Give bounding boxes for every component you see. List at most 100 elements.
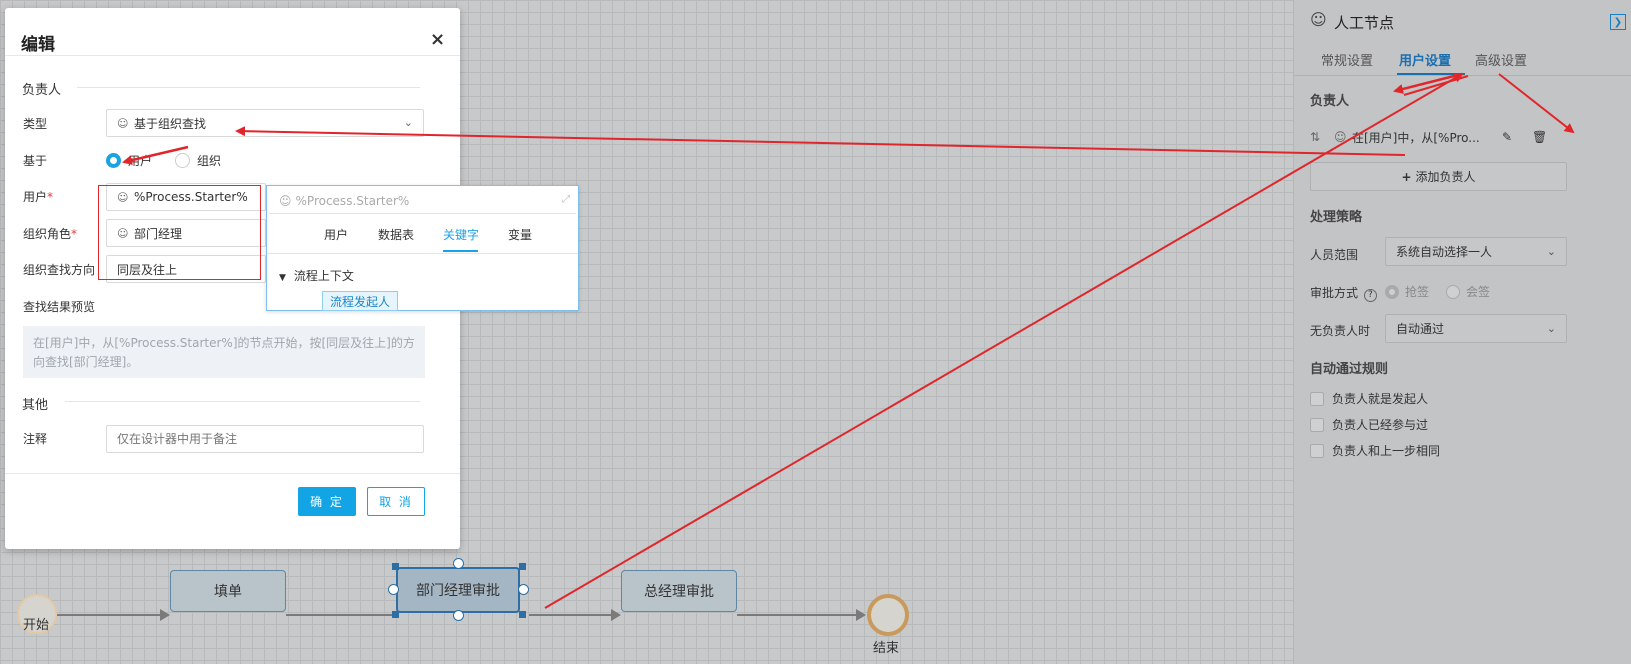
scope-select[interactable]: 系统自动选择一人 ⌄ (1385, 237, 1567, 266)
radio-user-label: 用户 (128, 154, 153, 168)
divider (65, 401, 420, 402)
flow-edge[interactable] (529, 614, 612, 616)
user-label-text: 用户 (23, 190, 48, 204)
resize-handle[interactable] (519, 611, 526, 618)
divider (5, 473, 460, 474)
task-gm-approval[interactable]: 总经理审批 (621, 570, 737, 612)
approve-opt2: 会签 (1466, 285, 1491, 299)
properties-panel: ☺ 人工节点 ❯ 常规设置 用户设置 高级设置 负责人 ⇅ ☺ 在[用户]中，从… (1293, 0, 1631, 664)
divider (1294, 75, 1631, 76)
tree-node-context[interactable]: ▼ 流程上下文 (279, 267, 354, 284)
approve-label: 审批方式 ? (1310, 284, 1377, 302)
radio-checked-icon (1385, 284, 1399, 299)
owner-item-text: 在[用户]中，从[%Pro... (1352, 130, 1480, 145)
owner-list-item[interactable]: ⇅ ☺ 在[用户]中，从[%Pro... ✎ 🗑 (1310, 124, 1631, 150)
connect-handle-top[interactable] (453, 558, 464, 569)
required-mark: * (47, 190, 54, 204)
tab-underline (443, 250, 478, 252)
section-owner: 负责人 (22, 83, 62, 98)
type-value: 基于组织查找 (134, 116, 207, 131)
scope-label: 人员范围 (1310, 248, 1359, 262)
flow-edge[interactable] (57, 614, 161, 616)
divider (77, 87, 420, 88)
no-owner-select[interactable]: 自动通过 ⌄ (1385, 314, 1567, 343)
ok-button[interactable]: 确 定 (298, 487, 356, 516)
connect-handle-bottom[interactable] (453, 610, 464, 621)
trash-icon[interactable]: 🗑 (1532, 130, 1552, 144)
user-icon: ☺ (1334, 130, 1347, 144)
preview-text: 在[用户]中，从[%Process.Starter%]的节点开始，按[同层及往上… (23, 326, 425, 378)
tab-variable[interactable]: 变量 (508, 226, 532, 243)
add-owner-label: 添加负责人 (1415, 170, 1476, 184)
tab-user[interactable]: 用户 (324, 226, 348, 243)
user-label: 用户* (23, 188, 53, 205)
picker-input[interactable]: ☺ %Process.Starter% (269, 188, 576, 214)
add-owner-button[interactable]: + 添加负责人 (1310, 162, 1567, 191)
picker-input-value: %Process.Starter% (295, 193, 410, 208)
expand-icon[interactable]: ⤢ (562, 194, 570, 205)
radio-grab-sign[interactable]: 抢签 (1385, 283, 1429, 300)
arrow-icon (611, 609, 621, 621)
end-event[interactable] (867, 594, 909, 636)
rule-checkbox[interactable]: 负责人和上一步相同 (1310, 442, 1440, 459)
help-icon[interactable]: ? (1363, 289, 1377, 302)
panel-title: 人工节点 (1334, 14, 1395, 32)
flow-edge[interactable] (286, 614, 394, 616)
divider (267, 253, 578, 254)
variable-picker-popup: ☺ %Process.Starter% ⤢ 用户 数据表 关键字 变量 ▼ 流程上… (266, 185, 579, 311)
chevron-down-icon: ⌄ (403, 116, 413, 129)
cancel-button[interactable]: 取 消 (367, 487, 425, 516)
dialog-title: 编辑 (21, 35, 55, 55)
rule-checkbox[interactable]: 负责人已经参与过 (1310, 416, 1428, 433)
required-mark: * (71, 227, 78, 241)
flow-edge[interactable] (737, 614, 857, 616)
edit-icon[interactable]: ✎ (1502, 130, 1532, 144)
checkbox-icon (1310, 443, 1324, 458)
connect-handle-left[interactable] (388, 584, 399, 595)
type-label: 类型 (23, 117, 48, 131)
org-role-label: 组织角色* (23, 225, 77, 242)
checkbox-icon (1310, 417, 1324, 432)
radio-unchecked-icon (175, 153, 190, 168)
note-input[interactable] (106, 425, 424, 453)
collapse-panel-icon[interactable]: ❯ (1610, 14, 1626, 30)
rule-label: 负责人已经参与过 (1332, 418, 1429, 432)
radio-org[interactable]: 组织 (175, 152, 221, 169)
radio-user[interactable]: 用户 (106, 152, 152, 169)
type-select[interactable]: ☺ 基于组织查找 ⌄ (106, 109, 424, 137)
note-label: 注释 (23, 432, 48, 446)
tree-leaf-starter[interactable]: 流程发起人 (322, 291, 399, 311)
close-icon[interactable]: × (430, 29, 445, 50)
chevron-down-icon: ⌄ (1546, 245, 1556, 258)
tab-user-settings[interactable]: 用户设置 (1399, 50, 1451, 69)
tab-datatable[interactable]: 数据表 (378, 226, 414, 243)
preview-label: 查找结果预览 (23, 300, 96, 314)
section-strategy: 处理策略 (1310, 210, 1363, 225)
task-fill-form[interactable]: 填单 (170, 570, 286, 612)
section-auto-pass: 自动通过规则 (1310, 362, 1389, 377)
sort-icon[interactable]: ⇅ (1310, 130, 1334, 144)
task-dept-manager-approval[interactable]: 部门经理审批 (396, 567, 520, 613)
caret-down-icon: ▼ (279, 273, 286, 283)
section-owner: 负责人 (1310, 94, 1350, 109)
rule-label: 负责人就是发起人 (1332, 392, 1429, 406)
scope-value: 系统自动选择一人 (1396, 245, 1493, 259)
connect-handle-right[interactable] (518, 584, 529, 595)
annotation-highlight-box (98, 185, 261, 280)
end-label: 结束 (873, 641, 900, 656)
rule-checkbox[interactable]: 负责人就是发起人 (1310, 390, 1428, 407)
checkbox-icon (1310, 391, 1324, 406)
tab-general[interactable]: 常规设置 (1321, 50, 1373, 69)
tab-advanced[interactable]: 高级设置 (1475, 50, 1527, 69)
radio-joint-sign[interactable]: 会签 (1446, 283, 1490, 300)
user-icon: ☺ (279, 193, 292, 208)
resize-handle[interactable] (392, 563, 399, 570)
no-owner-label: 无负责人时 (1310, 324, 1371, 338)
resize-handle[interactable] (392, 611, 399, 618)
resize-handle[interactable] (519, 563, 526, 570)
user-icon: ☺ (117, 116, 129, 130)
approve-opt1: 抢签 (1405, 285, 1430, 299)
based-label: 基于 (23, 154, 48, 168)
tab-keyword[interactable]: 关键字 (443, 226, 479, 243)
section-other: 其他 (22, 398, 49, 413)
